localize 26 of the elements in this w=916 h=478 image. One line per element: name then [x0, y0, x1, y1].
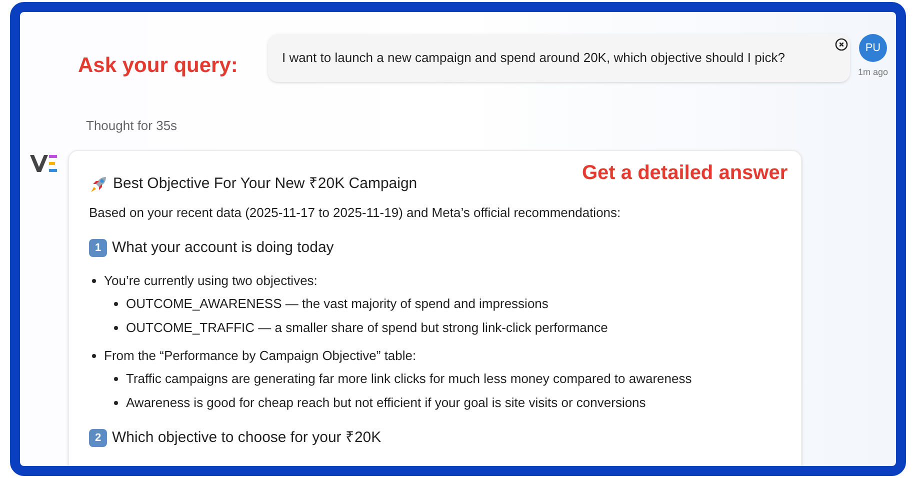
section-heading: What your account is doing today: [112, 238, 334, 258]
number-badge: 2: [89, 429, 107, 448]
bullet-icon: [92, 354, 96, 358]
bullet-icon: [114, 377, 118, 381]
bullet-icon: [92, 279, 96, 283]
list-item-text: OUTCOME_AWARENESS — the vast majority of spend and impressions: [126, 295, 548, 313]
bullet-icon: [114, 326, 118, 330]
section-heading: Which objective to choose for your ₹20K: [112, 428, 382, 448]
list-item-text: From the “Performance by Campaign Objective” table:: [104, 347, 416, 365]
annotation-label: Get a detailed answer: [582, 161, 788, 186]
bullet-icon: [114, 401, 118, 405]
list-item-text: OUTCOME_TRAFFIC — a smaller share of spend but strong link-click performance: [126, 319, 608, 337]
answer-title: Best Objective For Your New ₹20K Campaign: [113, 174, 418, 194]
list-item-text: Awareness is good for cheap reach but not efficient if your goal is site visits or conversions: [126, 394, 646, 412]
number-badge: 1: [89, 238, 107, 257]
user-avatar: PU: [858, 34, 887, 62]
intro-text: Based on your recent data (2025-11-17 to 2025-11-19) and Meta’s official recommendations:: [89, 204, 622, 222]
annotation-label: Ask your query:: [78, 53, 238, 79]
close-icon[interactable]: [834, 38, 848, 51]
bullet-icon: [114, 302, 118, 306]
logo-icon: [30, 154, 58, 172]
list-item-text: You’re currently using two objectives:: [104, 272, 318, 290]
timestamp: 1m ago: [858, 66, 888, 79]
thought-duration: Thought for 35s: [86, 117, 178, 135]
list-item-text: Traffic campaigns are generating far more link clicks for much less money compared to awareness: [126, 370, 692, 388]
query-text: I want to launch a new campaign and spend around 20K, which objective should I pick?: [282, 49, 785, 68]
